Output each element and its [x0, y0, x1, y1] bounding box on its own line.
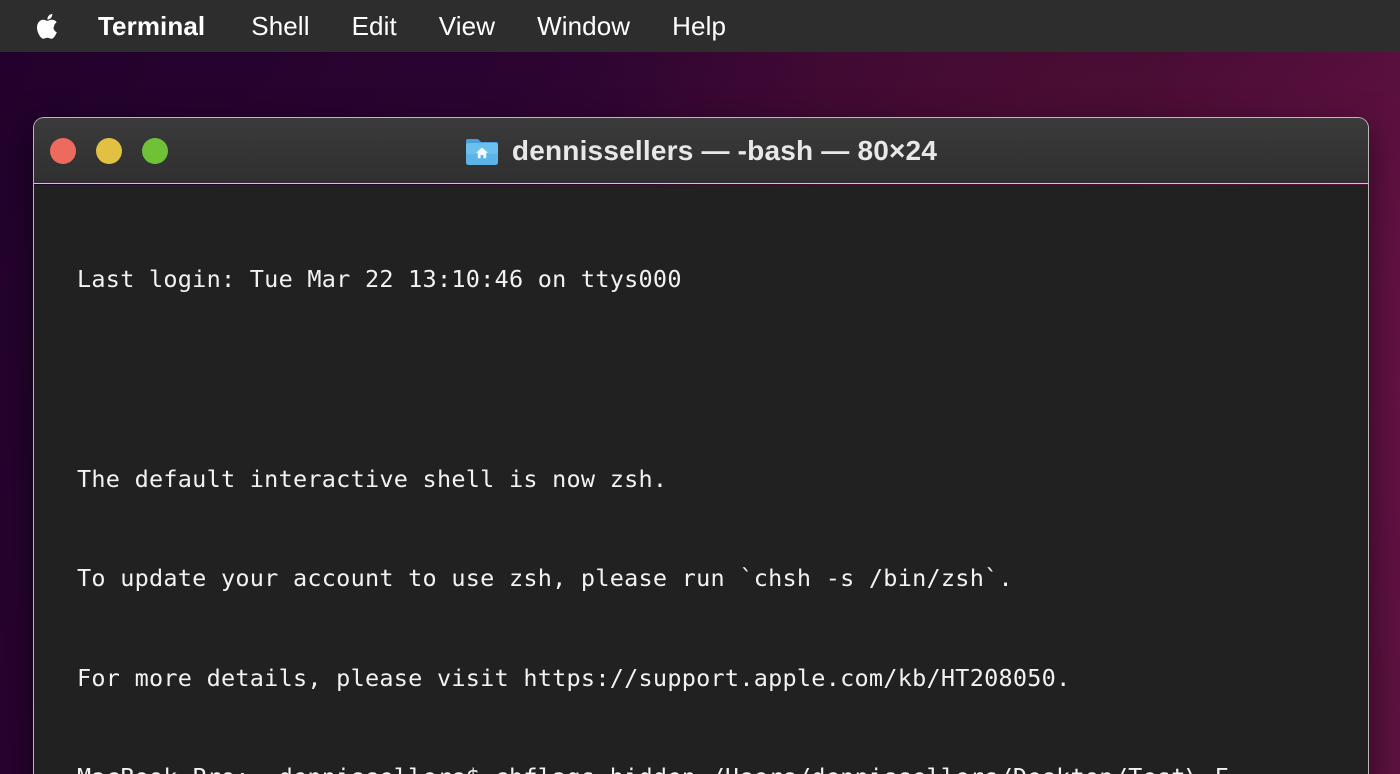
apple-logo-icon[interactable] [34, 8, 64, 44]
menu-item-view[interactable]: View [439, 0, 495, 52]
terminal-line: For more details, please visit https://s… [77, 663, 1071, 692]
terminal-output: Last login: Tue Mar 22 13:10:46 on ttys0… [77, 197, 1368, 774]
home-folder-icon [465, 136, 499, 166]
menu-bar: Terminal Shell Edit View Window Help [0, 0, 1400, 52]
menu-item-edit[interactable]: Edit [352, 0, 397, 52]
traffic-lights [50, 137, 168, 164]
zoom-button-icon[interactable] [142, 137, 168, 164]
terminal-window: dennissellers — -bash — 80×24 Last login… [33, 117, 1369, 774]
window-title-group: dennissellers — -bash — 80×24 [34, 135, 1368, 167]
menu-item-shell[interactable]: Shell [251, 0, 309, 52]
terminal-line: The default interactive shell is now zsh… [77, 464, 668, 493]
menu-item-window[interactable]: Window [537, 0, 630, 52]
terminal-line: Last login: Tue Mar 22 13:10:46 on ttys0… [77, 265, 682, 294]
terminal-line: To update your account to use zsh, pleas… [77, 564, 1013, 593]
window-title-text: dennissellers — -bash — 80×24 [511, 134, 938, 166]
menu-item-help[interactable]: Help [672, 0, 726, 52]
terminal-prompt-line: MacBook-Pro:~ dennissellers$ chflags hid… [77, 761, 1368, 774]
menu-item-terminal[interactable]: Terminal [98, 0, 205, 52]
minimize-button-icon[interactable] [96, 137, 122, 164]
window-title-bar[interactable]: dennissellers — -bash — 80×24 [34, 118, 1368, 184]
terminal-body[interactable]: Last login: Tue Mar 22 13:10:46 on ttys0… [34, 185, 1368, 774]
close-button-icon[interactable] [50, 137, 76, 164]
